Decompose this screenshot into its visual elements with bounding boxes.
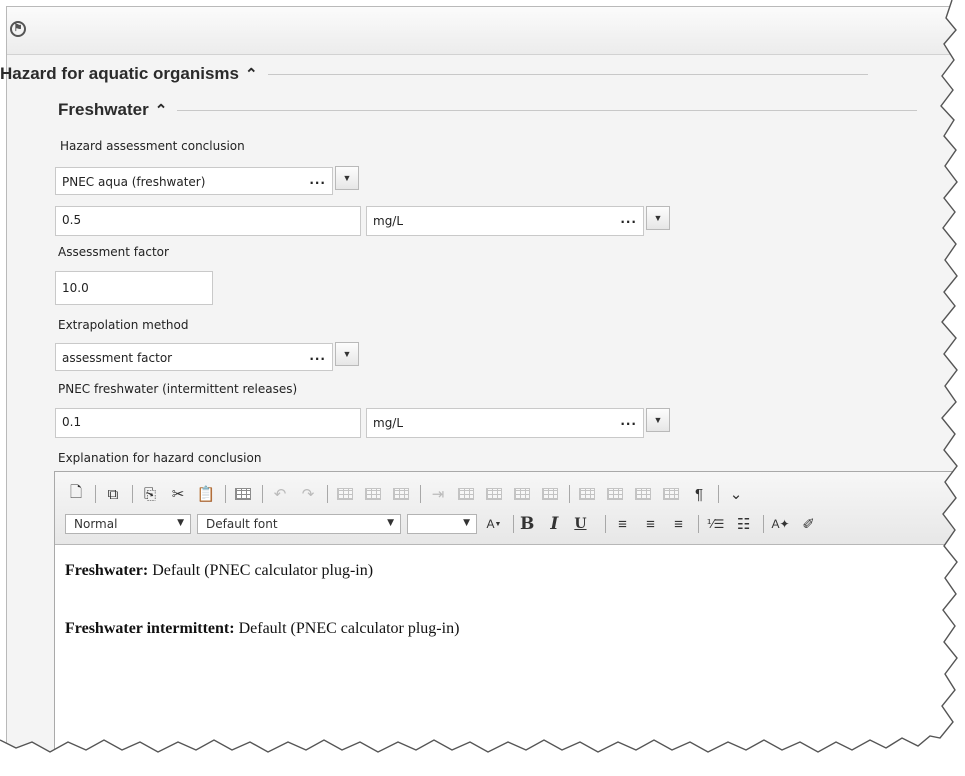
table-col-after-icon[interactable]: [483, 483, 505, 505]
more-icon[interactable]: ...: [620, 212, 637, 226]
extrapolation-value: assessment factor: [62, 351, 173, 365]
table-delete-col-icon[interactable]: [511, 483, 533, 505]
chevron-down-icon[interactable]: ▼: [335, 342, 359, 366]
table-row-before-icon[interactable]: [334, 483, 356, 505]
hazard-conclusion-select[interactable]: PNEC aqua (freshwater) ...: [55, 167, 333, 195]
chevron-down-icon: ▼: [177, 518, 184, 528]
style-select-value: Normal: [74, 517, 118, 531]
font-size-adjust-icon[interactable]: A ▼: [483, 513, 505, 535]
chevron-down-icon: ▼: [463, 518, 470, 528]
table-split-icon[interactable]: [539, 483, 561, 505]
line-2-text: Default (PNEC calculator plug-in): [234, 620, 460, 637]
toolbar-row-1: 🗋 ⧉ ⎘ ✂ 📋 ↶ ↷ ⇥ ¶ ⌄: [65, 480, 753, 508]
flag-icon[interactable]: ⚑: [10, 21, 26, 37]
expand-toolbar-icon[interactable]: ⌄: [725, 483, 747, 505]
redo-icon[interactable]: ↷: [297, 483, 319, 505]
chevron-down-icon[interactable]: ▼: [646, 408, 670, 432]
separator: [95, 485, 96, 503]
collapse-icon[interactable]: ⌃: [245, 65, 258, 83]
pnec-intermittent-input[interactable]: 0.1: [55, 408, 361, 438]
bullet-list-icon[interactable]: ☷: [733, 513, 755, 535]
section-header[interactable]: Hazard for aquatic organisms ⌃: [0, 64, 868, 84]
copy-format-icon[interactable]: ⧉: [102, 483, 124, 505]
pnec-intermittent-label: PNEC freshwater (intermittent releases): [58, 382, 298, 396]
more-icon[interactable]: ...: [309, 173, 326, 187]
separator: [718, 485, 719, 503]
separator: [327, 485, 328, 503]
separator: [420, 485, 421, 503]
undo-icon[interactable]: ↶: [269, 483, 291, 505]
table-remove-col-icon[interactable]: [660, 483, 682, 505]
more-icon[interactable]: ...: [309, 349, 326, 363]
font-select[interactable]: Default font ▼: [197, 514, 401, 534]
table-merge-icon[interactable]: [576, 483, 598, 505]
separator: [604, 515, 606, 533]
chevron-down-icon[interactable]: ▼: [335, 166, 359, 190]
rich-text-editor[interactable]: 🗋 ⧉ ⎘ ✂ 📋 ↶ ↷ ⇥ ¶ ⌄ Normal ▼ Default fon…: [54, 471, 965, 771]
subsection-title: Freshwater: [58, 100, 149, 119]
subsection-divider: [177, 109, 918, 111]
line-1-bold: Freshwater:: [65, 562, 149, 579]
spellcheck-icon[interactable]: A✦: [770, 513, 792, 535]
separator: [132, 485, 133, 503]
extrapolation-label: Extrapolation method: [58, 318, 189, 332]
new-document-icon[interactable]: 🗋: [65, 483, 87, 505]
table-col-before-icon[interactable]: [455, 483, 477, 505]
table-delete-row-icon[interactable]: [390, 483, 412, 505]
separator: [262, 485, 263, 503]
pnec-intermittent-unit-value: mg/L: [373, 416, 404, 430]
extrapolation-select[interactable]: assessment factor ...: [55, 343, 333, 371]
toolbar-row-2: Normal ▼ Default font ▼ ▼ A ▼ B I U ≡ ≡ ≡…: [65, 510, 826, 538]
copy-icon[interactable]: ⎘: [139, 483, 161, 505]
separator: [569, 485, 570, 503]
line-1-text: Default (PNEC calculator plug-in): [148, 562, 374, 579]
align-left-icon[interactable]: ≡: [612, 513, 634, 535]
more-icon[interactable]: ...: [620, 414, 637, 428]
style-select[interactable]: Normal ▼: [65, 514, 191, 534]
table-insert-col-icon[interactable]: [632, 483, 654, 505]
pnec-unit-value: mg/L: [373, 214, 404, 228]
font-size-select[interactable]: ▼: [407, 514, 477, 534]
table-cell-props-icon[interactable]: [604, 483, 626, 505]
line-2-bold: Freshwater intermittent:: [65, 620, 235, 637]
chevron-down-icon: ▼: [387, 518, 394, 528]
assessment-factor-label: Assessment factor: [58, 245, 169, 259]
collapse-icon[interactable]: ⌃: [155, 101, 168, 119]
explanation-label: Explanation for hazard conclusion: [58, 451, 262, 465]
pilcrow-icon[interactable]: ¶: [688, 483, 710, 505]
italic-button[interactable]: I: [550, 514, 558, 534]
chevron-down-icon[interactable]: ▼: [646, 206, 670, 230]
subsection-header[interactable]: Freshwater ⌃: [58, 100, 918, 120]
hazard-conclusion-label: Hazard assessment conclusion: [60, 139, 245, 153]
separator: [513, 515, 514, 533]
panel-header: ⚑: [7, 7, 965, 55]
table-icon[interactable]: [232, 483, 254, 505]
section-title: Hazard for aquatic organisms: [0, 64, 240, 83]
bold-button[interactable]: B: [520, 514, 534, 534]
table-row-after-icon[interactable]: [362, 483, 384, 505]
editor-toolbar: 🗋 ⧉ ⎘ ✂ 📋 ↶ ↷ ⇥ ¶ ⌄ Normal ▼ Default fon…: [55, 472, 965, 545]
assessment-factor-input[interactable]: 10.0: [55, 271, 213, 305]
section-divider: [267, 73, 868, 75]
separator: [762, 515, 764, 533]
editor-line-1: Freshwater: Default (PNEC calculator plu…: [65, 562, 459, 580]
paste-icon[interactable]: 📋: [195, 483, 217, 505]
underline-button[interactable]: U: [574, 516, 586, 532]
align-center-icon[interactable]: ≡: [640, 513, 662, 535]
pnec-value-input[interactable]: 0.5: [55, 206, 361, 236]
editor-content[interactable]: Freshwater: Default (PNEC calculator plu…: [65, 562, 459, 678]
font-select-value: Default font: [206, 517, 278, 531]
clear-format-icon[interactable]: ✐: [798, 513, 820, 535]
hazard-conclusion-value: PNEC aqua (freshwater): [62, 175, 206, 189]
cut-icon[interactable]: ✂: [167, 483, 189, 505]
pnec-intermittent-unit-select[interactable]: mg/L ...: [366, 408, 644, 438]
editor-line-2: Freshwater intermittent: Default (PNEC c…: [65, 620, 459, 638]
table-col-insert-icon[interactable]: ⇥: [427, 483, 449, 505]
pnec-unit-select[interactable]: mg/L ...: [366, 206, 644, 236]
align-right-icon[interactable]: ≡: [668, 513, 690, 535]
separator: [697, 515, 699, 533]
numbered-list-icon[interactable]: ⅟☰: [705, 513, 727, 535]
separator: [225, 485, 226, 503]
